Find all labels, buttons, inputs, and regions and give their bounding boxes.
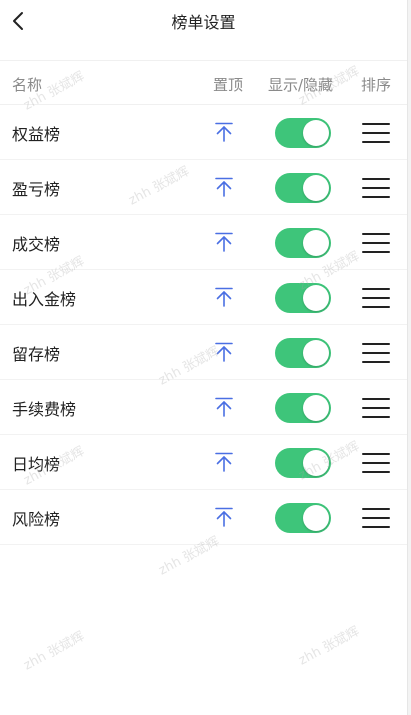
pin-to-top-icon[interactable] bbox=[212, 450, 236, 474]
pin-to-top-icon[interactable] bbox=[212, 230, 236, 254]
toggle-knob bbox=[303, 175, 329, 201]
ranking-name: 出入金榜 bbox=[12, 290, 77, 309]
drag-handle-icon[interactable] bbox=[362, 230, 390, 256]
ranking-name: 成交榜 bbox=[12, 235, 61, 254]
pin-to-top-icon[interactable] bbox=[212, 285, 236, 309]
pin-to-top-icon[interactable] bbox=[212, 395, 236, 419]
ranking-row-4: 出入金榜 bbox=[0, 270, 407, 325]
page: 榜单设置 名称 置顶 显示/隐藏 排序 权益榜 盈亏榜 成交榜 出入金榜 留存榜… bbox=[0, 0, 407, 715]
ranking-row-2: 盈亏榜 bbox=[0, 160, 407, 215]
ranking-row-1: 权益榜 bbox=[0, 105, 407, 160]
ranking-list: 权益榜 盈亏榜 成交榜 出入金榜 留存榜 手续费榜 日均榜 风险榜 bbox=[0, 105, 407, 545]
toggle-knob bbox=[303, 120, 329, 146]
column-sort-header: 排序 bbox=[361, 76, 392, 94]
toggle-knob bbox=[303, 450, 329, 476]
column-name-header: 名称 bbox=[12, 76, 43, 94]
ranking-row-8: 风险榜 bbox=[0, 490, 407, 545]
visibility-toggle[interactable] bbox=[275, 173, 331, 203]
ranking-row-5: 留存榜 bbox=[0, 325, 407, 380]
toggle-knob bbox=[303, 230, 329, 256]
ranking-name: 手续费榜 bbox=[12, 400, 77, 419]
drag-handle-icon[interactable] bbox=[362, 340, 390, 366]
pin-to-top-icon[interactable] bbox=[212, 505, 236, 529]
ranking-row-7: 日均榜 bbox=[0, 435, 407, 490]
drag-handle-icon[interactable] bbox=[362, 120, 390, 146]
toggle-knob bbox=[303, 340, 329, 366]
visibility-toggle[interactable] bbox=[275, 228, 331, 258]
drag-handle-icon[interactable] bbox=[362, 285, 390, 311]
visibility-toggle[interactable] bbox=[275, 118, 331, 148]
ranking-name: 日均榜 bbox=[12, 455, 61, 474]
drag-handle-icon[interactable] bbox=[362, 450, 390, 476]
ranking-name: 盈亏榜 bbox=[12, 180, 61, 199]
visibility-toggle[interactable] bbox=[275, 448, 331, 478]
pin-to-top-icon[interactable] bbox=[212, 340, 236, 364]
toggle-knob bbox=[303, 285, 329, 311]
pin-to-top-icon[interactable] bbox=[212, 175, 236, 199]
scrollbar-edge bbox=[407, 0, 411, 715]
visibility-toggle[interactable] bbox=[275, 283, 331, 313]
toggle-knob bbox=[303, 505, 329, 531]
column-visibility-header: 显示/隐藏 bbox=[268, 76, 334, 94]
visibility-toggle[interactable] bbox=[275, 393, 331, 423]
visibility-toggle[interactable] bbox=[275, 503, 331, 533]
pin-to-top-icon[interactable] bbox=[212, 120, 236, 144]
toggle-knob bbox=[303, 395, 329, 421]
ranking-name: 权益榜 bbox=[12, 125, 61, 144]
page-title: 榜单设置 bbox=[171, 13, 236, 32]
ranking-row-6: 手续费榜 bbox=[0, 380, 407, 435]
drag-handle-icon[interactable] bbox=[362, 505, 390, 531]
ranking-row-3: 成交榜 bbox=[0, 215, 407, 270]
column-pin-header: 置顶 bbox=[213, 76, 244, 94]
column-header: 名称 置顶 显示/隐藏 排序 bbox=[0, 61, 407, 105]
ranking-name: 风险榜 bbox=[12, 510, 61, 529]
drag-handle-icon[interactable] bbox=[362, 175, 390, 201]
drag-handle-icon[interactable] bbox=[362, 395, 390, 421]
visibility-toggle[interactable] bbox=[275, 338, 331, 368]
nav-bar: 榜单设置 bbox=[0, 0, 407, 44]
ranking-name: 留存榜 bbox=[12, 345, 61, 364]
